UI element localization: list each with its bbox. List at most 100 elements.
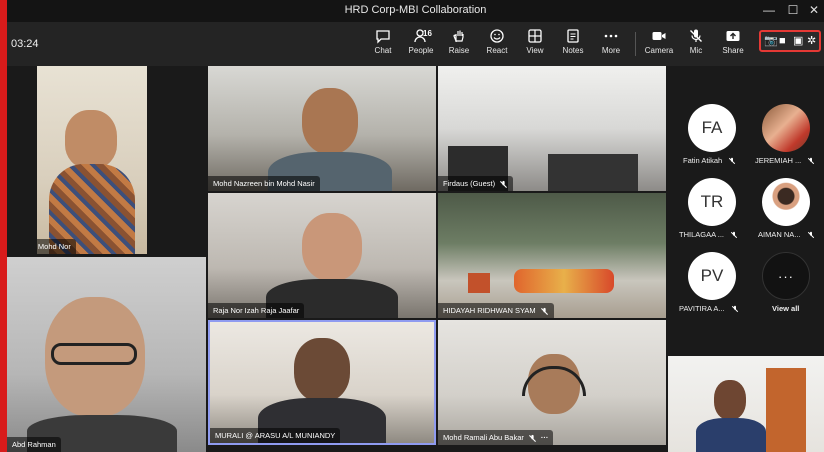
participant-face (302, 88, 358, 154)
name-text: MURALI @ ARASU A/L MUNIANDY (215, 431, 336, 440)
participant-name: MURALI @ ARASU A/L MUNIANDY (210, 428, 341, 443)
mic-muted-icon (500, 180, 508, 188)
view-all-button[interactable]: ··· (762, 252, 810, 300)
raise-label: Raise (448, 46, 470, 55)
mic-muted-icon (729, 157, 736, 165)
roster-entry: Fatin Atikah (683, 156, 736, 165)
mic-muted-icon (540, 307, 548, 315)
settings-gear-icon[interactable]: ✲ (807, 34, 816, 48)
name-text: JEREMIAH ... (755, 156, 802, 165)
minimize-button[interactable]: — (759, 2, 779, 18)
view-label: View (526, 46, 544, 55)
door-shape (766, 368, 806, 452)
mic-label: Mic (689, 46, 703, 55)
more-button[interactable]: More (592, 26, 630, 62)
mic-button[interactable]: Mic (677, 26, 715, 62)
video-tile[interactable]: ib Mohd Nor (37, 66, 147, 254)
video-tile[interactable]: Raja Nor Izah Raja Jaafar (208, 193, 436, 318)
participant-avatar[interactable]: FA (688, 104, 736, 152)
toolbar-divider (635, 32, 636, 56)
camera-button[interactable]: Camera (640, 26, 678, 62)
roster-entry: PAVITIRA A... (679, 304, 739, 313)
video-tile[interactable]: HIDAYAH RIDHWAN SYAM (438, 193, 666, 318)
participant-name: Abd Rahman (7, 437, 61, 452)
mic-muted-icon (731, 305, 738, 313)
name-text: ib Mohd Nor (37, 242, 71, 251)
react-button[interactable]: React (478, 26, 516, 62)
hand-icon (453, 30, 464, 42)
participant-name: Mohd Nazreen bin Mohd Nasir (208, 176, 320, 191)
close-button[interactable]: ✕ (804, 2, 824, 18)
name-text: PAVITIRA A... (679, 304, 725, 313)
snapshot-icon[interactable]: 📷 (764, 34, 778, 48)
react-label: React (486, 46, 508, 55)
title-bar: HRD Corp-MBI Collaboration — ☐ ✕ (7, 0, 824, 22)
roster-entry: THILAGAA ... (679, 230, 738, 239)
participant-name: Raja Nor Izah Raja Jaafar (208, 303, 305, 318)
glasses-shape (51, 343, 137, 365)
name-text: Abd Rahman (12, 440, 56, 449)
smile-icon (490, 29, 504, 43)
participant-name: HIDAYAH RIDHWAN SYAM (438, 303, 554, 318)
share-label: Share (722, 46, 744, 55)
mic-muted-icon (807, 231, 814, 239)
participant-avatar-photo[interactable] (762, 178, 810, 226)
chat-button[interactable]: Chat (364, 26, 402, 62)
share-icon (726, 31, 740, 41)
window-title: HRD Corp-MBI Collaboration (344, 4, 487, 16)
stool-shape (468, 273, 490, 293)
more-label: More (601, 46, 621, 55)
mic-muted-icon (690, 29, 702, 42)
video-tile[interactable] (668, 356, 824, 452)
name-text: HIDAYAH RIDHWAN SYAM (443, 306, 536, 315)
chair-shape (548, 154, 638, 191)
video-tile-active[interactable]: MURALI @ ARASU A/L MUNIANDY (208, 320, 436, 445)
more-icon (604, 34, 618, 38)
video-stage: ib Mohd Nor Mohd Nazreen bin Mohd Nasir … (7, 66, 824, 452)
participant-avatar[interactable]: PV (688, 252, 736, 300)
name-text: Mohd Nazreen bin Mohd Nasir (213, 179, 315, 188)
name-text: Fatin Atikah (683, 156, 723, 165)
mic-muted-icon (731, 231, 738, 239)
participant-face (294, 338, 350, 402)
mic-muted-icon (808, 157, 815, 165)
video-tile[interactable]: Abd Rahman (7, 257, 206, 452)
video-icon[interactable]: ■ (779, 34, 786, 48)
participant-face (65, 110, 117, 168)
people-button[interactable]: 16 People (402, 26, 440, 62)
meeting-window: HRD Corp-MBI Collaboration — ☐ ✕ 03:24 C… (7, 0, 824, 452)
view-all-label: View all (772, 304, 800, 313)
participant-body (696, 418, 766, 452)
roster-entry: JEREMIAH ... (755, 156, 815, 165)
gallery-icon[interactable]: ▣ (793, 34, 803, 48)
more-options-icon[interactable]: ··· (541, 433, 549, 442)
mic-muted-icon (528, 434, 536, 442)
share-button[interactable]: Share (714, 26, 752, 62)
participant-face (302, 213, 362, 281)
roster-entry: AIMAN NA... (758, 230, 815, 239)
name-text: AIMAN NA... (758, 230, 801, 239)
participant-avatar-photo[interactable] (762, 104, 810, 152)
grid-icon (528, 29, 542, 43)
people-count: 16 (423, 29, 432, 38)
chat-label: Chat (374, 46, 392, 55)
participant-name: ib Mohd Nor (37, 239, 76, 254)
video-tile[interactable]: Mohd Nazreen bin Mohd Nasir (208, 66, 436, 191)
notes-button[interactable]: Notes (554, 26, 592, 62)
name-text: Firdaus (Guest) (443, 179, 496, 188)
participant-face (714, 380, 746, 420)
camera-icon (652, 32, 666, 40)
video-tile[interactable]: Mohd Ramali Abu Bakar ··· (438, 320, 666, 445)
notes-label: Notes (562, 46, 584, 55)
name-text: THILAGAA ... (679, 230, 725, 239)
video-tile[interactable]: Firdaus (Guest) (438, 66, 666, 191)
participant-avatar[interactable]: TR (688, 178, 736, 226)
recording-controls: 📷 ■ ▣ ✲ (759, 30, 821, 52)
meeting-timer: 03:24 (11, 38, 39, 50)
maximize-button[interactable]: ☐ (783, 2, 803, 18)
participant-name: Firdaus (Guest) (438, 176, 514, 191)
notes-icon (567, 29, 579, 43)
view-button[interactable]: View (516, 26, 554, 62)
name-text: Mohd Ramali Abu Bakar (443, 433, 524, 442)
raise-hand-button[interactable]: Raise (440, 26, 478, 62)
